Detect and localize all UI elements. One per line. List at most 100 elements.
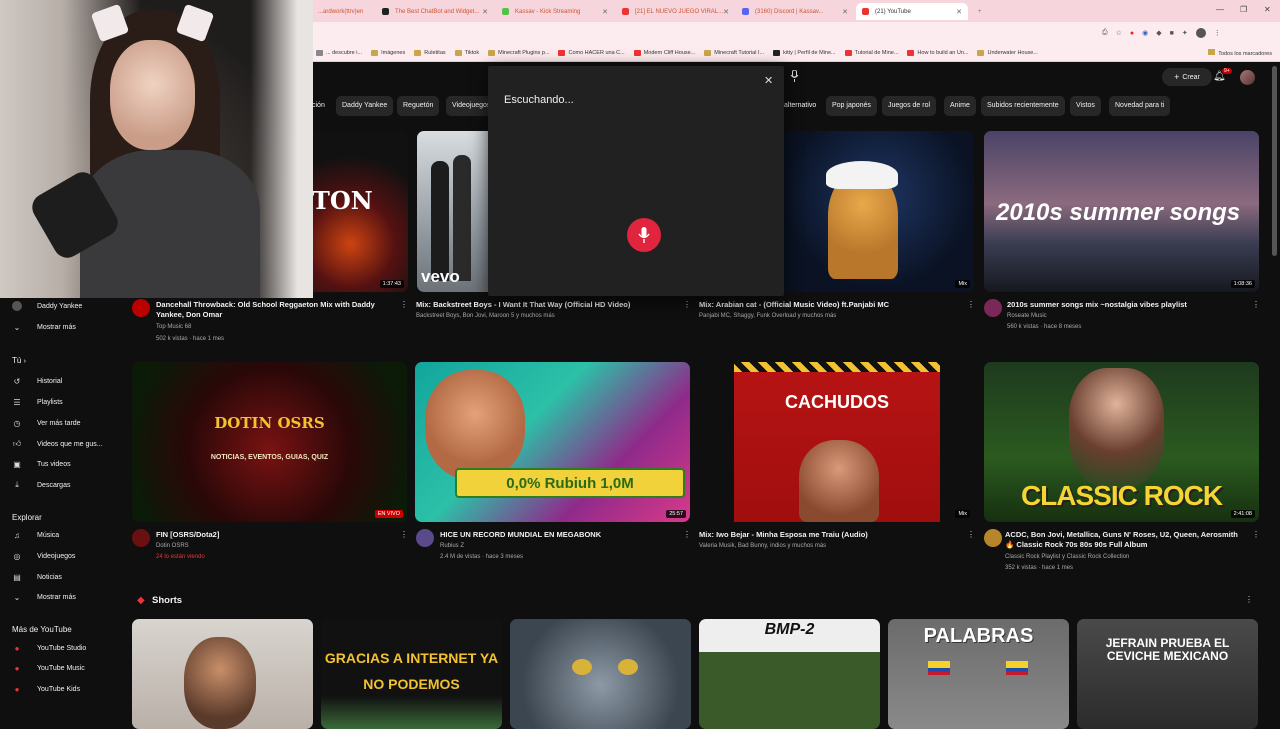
sidebar-item-daddy-yankee[interactable]: Daddy Yankee	[12, 301, 82, 311]
sidebar-item-watch-later[interactable]: ◷ Ver más tarde	[12, 418, 81, 428]
sidebar-item-your-videos[interactable]: ▣ Tus videos	[12, 459, 70, 469]
menu-dots-icon[interactable]: ⋮	[1214, 29, 1221, 37]
short-thumbnail[interactable]: JEFRAIN PRUEBA EL CEVICHE MEXICANO	[1077, 619, 1258, 729]
extension-icon[interactable]: ◆	[1156, 29, 1161, 37]
profile-avatar[interactable]	[1195, 28, 1206, 38]
chip[interactable]: Daddy Yankee	[336, 96, 394, 116]
chip[interactable]: alternativo	[778, 96, 822, 116]
channel-name[interactable]: Top Music 68	[156, 322, 191, 333]
browser-tab-active[interactable]: (21) YouTube ✕	[856, 3, 968, 20]
video-thumbnail[interactable]: CLASSIC ROCK 2:41:08	[984, 362, 1259, 522]
channel-avatar[interactable]	[984, 529, 1002, 547]
chip[interactable]: Novedad para ti	[1109, 96, 1171, 116]
video-title[interactable]: Dancehall Throwback: Old School Reggaeto…	[156, 300, 396, 320]
scrollbar-thumb[interactable]	[1272, 66, 1277, 256]
close-tab-icon[interactable]: ✕	[602, 8, 608, 16]
video-title[interactable]: Mix: Backstreet Boys - I Want It That Wa…	[416, 300, 676, 310]
short-thumbnail[interactable]: BMP-2	[699, 619, 880, 729]
short-thumbnail[interactable]: GRACIAS A INTERNET YA NO PODEMOS	[321, 619, 502, 729]
more-options-icon[interactable]: ⋮	[683, 300, 691, 309]
bookmark-item[interactable]: kitty | Perfil de Mine...	[773, 49, 836, 56]
chip[interactable]: Subidos recientemente	[981, 96, 1065, 116]
chip[interactable]: Pop japonés	[826, 96, 877, 116]
short-thumbnail[interactable]: PALABRAS	[888, 619, 1069, 729]
more-options-icon[interactable]: ⋮	[683, 530, 691, 539]
close-tab-icon[interactable]: ✕	[842, 8, 848, 16]
more-options-icon[interactable]: ⋮	[400, 530, 408, 539]
sidebar-item-yt-kids[interactable]: ● YouTube Kids	[12, 684, 81, 694]
maximize-icon[interactable]: ❐	[1240, 5, 1247, 14]
microphone-button[interactable]	[627, 218, 661, 252]
close-tab-icon[interactable]: ✕	[482, 8, 488, 16]
sidebar-you-heading[interactable]: Tú ›	[12, 356, 26, 365]
video-thumbnail[interactable]: 2010s summer songs 1:08:36	[984, 131, 1259, 292]
channel-name[interactable]: Backstreet Boys, Bon Jovi, Maroon 5 y mu…	[416, 311, 555, 322]
opera-icon[interactable]: ●	[1130, 30, 1134, 37]
more-options-icon[interactable]: ⋮	[967, 530, 975, 539]
bookmark-item[interactable]: Tiktok	[454, 49, 479, 56]
video-thumbnail[interactable]: DOTIN OSRS NOTICIAS, EVENTOS, GUIAS, QUI…	[132, 362, 407, 522]
all-bookmarks[interactable]: Todos los marcadores	[1208, 48, 1272, 57]
bookmark-item[interactable]: Minecraft Plugins p...	[488, 49, 549, 56]
sidebar-item-yt-music[interactable]: ● YouTube Music	[12, 663, 85, 673]
sidebar-item-gaming[interactable]: ◎ Videojuegos	[12, 551, 76, 561]
bookmark-item[interactable]: Underwater House...	[977, 49, 1038, 56]
browser-tab[interactable]: Kassav - Kick Streaming ✕	[496, 3, 614, 20]
channel-name[interactable]: Valeria Musik, Bad Bunny, indios y mucho…	[699, 541, 826, 552]
more-options-icon[interactable]: ⋮	[400, 300, 408, 309]
video-title[interactable]: ACDC, Bon Jovi, Metallica, Guns N' Roses…	[1005, 530, 1245, 550]
sidebar-item-downloads[interactable]: ⤓ Descargas	[12, 480, 70, 490]
video-title[interactable]: FIN [OSRS/Dota2]	[156, 530, 386, 540]
close-icon[interactable]: ✕	[764, 74, 773, 87]
sidebar-item-history[interactable]: ↺ Historial	[12, 376, 63, 386]
browser-tab[interactable]: (3160) Discord | Kassav... ✕	[736, 3, 854, 20]
bookmark-item[interactable]: Como HACER una C...	[558, 49, 625, 56]
channel-avatar[interactable]	[984, 299, 1002, 317]
video-title[interactable]: Mix: Iwo Bejar - Minha Esposa me Traiu (…	[699, 530, 959, 540]
new-tab-icon[interactable]: +	[972, 3, 988, 20]
sidebar-item-music[interactable]: ♫ Música	[12, 530, 59, 540]
video-title[interactable]: HICE UN RECORD MUNDIAL EN MEGABONK	[440, 530, 670, 540]
bookmark-item[interactable]: ... descubre i...	[316, 49, 362, 56]
sidebar-show-more[interactable]: ⌄ Mostrar más	[12, 322, 76, 332]
chip[interactable]: Vistos	[1070, 96, 1101, 116]
video-thumbnail[interactable]: TON 1:37:43	[312, 131, 408, 292]
star-icon[interactable]: ☆	[1116, 29, 1122, 37]
more-options-icon[interactable]: ⋮	[1252, 530, 1260, 539]
short-thumbnail[interactable]	[132, 619, 313, 729]
short-thumbnail[interactable]	[510, 619, 691, 729]
channel-name[interactable]: Dotin OSRS	[156, 541, 189, 552]
sidebar-item-liked[interactable]: 👍︎ Videos que me gus...	[12, 439, 103, 449]
close-tab-icon[interactable]: ✕	[956, 8, 962, 16]
browser-tab[interactable]: The Best ChatBot and Widget... ✕	[376, 3, 494, 20]
bookmark-item[interactable]: How to build an Un...	[907, 49, 968, 56]
sidebar-item-news[interactable]: ▤ Noticias	[12, 572, 62, 582]
channel-avatar[interactable]	[132, 299, 150, 317]
video-thumbnail[interactable]: CACHUDOS Mix	[699, 362, 974, 522]
chip[interactable]: Anime	[944, 96, 976, 116]
video-thumbnail[interactable]: vevo	[417, 131, 488, 292]
install-icon[interactable]: ⎙	[1102, 29, 1108, 37]
bookmark-item[interactable]: Tutorial de Mine...	[844, 49, 898, 56]
video-thumbnail[interactable]: 0,0% Rubiuh 1,0M 25:57	[415, 362, 690, 522]
browser-tab[interactable]: [21] EL NUEVO JUEGO VIRAL... ✕	[616, 3, 734, 20]
close-window-icon[interactable]: ✕	[1264, 5, 1271, 14]
bookmark-item[interactable]: Minecraft Tutorial I...	[704, 49, 764, 56]
sidebar-show-more[interactable]: ⌄ Mostrar más	[12, 592, 76, 602]
close-tab-icon[interactable]: ✕	[723, 8, 729, 16]
create-button[interactable]: + Crear	[1162, 68, 1212, 86]
more-options-icon[interactable]: ⋮	[1245, 595, 1253, 604]
channel-name[interactable]: Classic Rock Playlist y Classic Rock Col…	[1005, 552, 1129, 563]
channel-name[interactable]: Roseate Music	[1007, 311, 1047, 322]
puzzle-icon[interactable]: ✦	[1182, 29, 1188, 37]
account-avatar[interactable]	[1240, 70, 1255, 85]
video-thumbnail[interactable]: Mix	[784, 131, 974, 292]
more-options-icon[interactable]: ⋮	[1252, 300, 1260, 309]
channel-avatar[interactable]	[132, 529, 150, 547]
chip[interactable]: Juegos de rol	[882, 96, 937, 116]
sidebar-item-yt-studio[interactable]: ● YouTube Studio	[12, 643, 87, 653]
voice-search-mic-icon[interactable]	[790, 69, 799, 85]
channel-avatar[interactable]	[416, 529, 434, 547]
channel-name[interactable]: Rubius Z	[440, 541, 464, 552]
bookmark-item[interactable]: Ruletitas	[414, 49, 446, 56]
